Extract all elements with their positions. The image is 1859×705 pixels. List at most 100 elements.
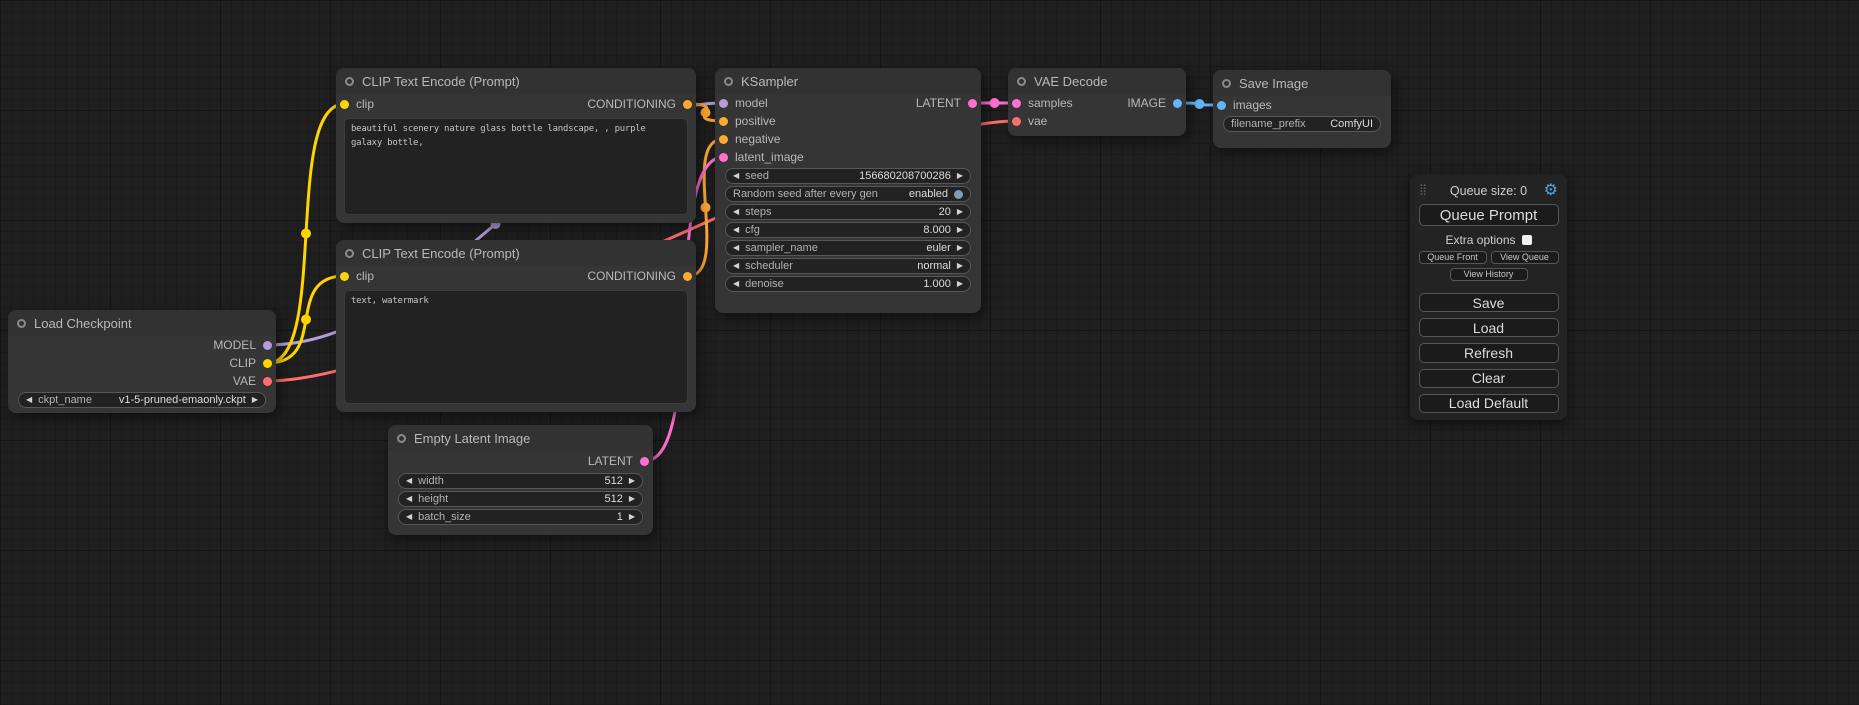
input-port-negative[interactable] bbox=[719, 135, 728, 144]
queue-prompt-button[interactable]: Queue Prompt bbox=[1419, 204, 1559, 226]
widget-scheduler[interactable]: ◀ scheduler normal ▶ bbox=[725, 258, 971, 274]
arrow-right-icon[interactable]: ▶ bbox=[629, 477, 635, 485]
arrow-left-icon[interactable]: ◀ bbox=[733, 244, 739, 252]
node-ksampler[interactable]: KSampler model LATENT positive negative … bbox=[715, 68, 981, 313]
input-port-samples[interactable] bbox=[1012, 99, 1021, 108]
input-port-model[interactable] bbox=[719, 99, 728, 108]
view-history-button[interactable]: View History bbox=[1450, 268, 1528, 281]
output-port-model[interactable] bbox=[263, 341, 272, 350]
arrow-left-icon[interactable]: ◀ bbox=[26, 396, 32, 404]
widget-height[interactable]: ◀ height 512 ▶ bbox=[398, 491, 643, 507]
arrow-right-icon[interactable]: ▶ bbox=[957, 280, 963, 288]
node-collapse-dot[interactable] bbox=[724, 77, 733, 86]
widget-ckpt-name[interactable]: ◀ ckpt_name v1-5-pruned-emaonly.ckpt ▶ bbox=[18, 392, 266, 408]
output-label-clip: CLIP bbox=[229, 356, 256, 370]
arrow-left-icon[interactable]: ◀ bbox=[733, 172, 739, 180]
output-port-conditioning[interactable] bbox=[683, 100, 692, 109]
save-button[interactable]: Save bbox=[1419, 293, 1559, 312]
prompt-textarea[interactable]: beautiful scenery nature glass bottle la… bbox=[344, 118, 688, 215]
widget-random-seed-toggle[interactable]: Random seed after every gen enabled bbox=[725, 186, 971, 202]
output-label-image: IMAGE bbox=[1127, 96, 1166, 110]
node-clip-text-encode-positive[interactable]: CLIP Text Encode (Prompt) clip CONDITION… bbox=[336, 68, 696, 223]
widget-cfg[interactable]: ◀ cfg 8.000 ▶ bbox=[725, 222, 971, 238]
input-port-images[interactable] bbox=[1217, 101, 1226, 110]
load-checkpoint-title-bar[interactable]: Load Checkpoint bbox=[8, 310, 276, 336]
widget-batch-size[interactable]: ◀ batch_size 1 ▶ bbox=[398, 509, 643, 525]
wire-midpoint-dot bbox=[701, 203, 711, 213]
widget-seed[interactable]: ◀ seed 156680208700286 ▶ bbox=[725, 168, 971, 184]
arrow-right-icon[interactable]: ▶ bbox=[957, 262, 963, 270]
input-row-vae: vae bbox=[1008, 112, 1186, 130]
clip-positive-title-bar[interactable]: CLIP Text Encode (Prompt) bbox=[336, 68, 696, 94]
refresh-button[interactable]: Refresh bbox=[1419, 343, 1559, 362]
widget-steps[interactable]: ◀ steps 20 ▶ bbox=[725, 204, 971, 220]
widget-width[interactable]: ◀ width 512 ▶ bbox=[398, 473, 643, 489]
arrow-right-icon[interactable]: ▶ bbox=[957, 226, 963, 234]
output-port-latent[interactable] bbox=[968, 99, 977, 108]
input-port-vae[interactable] bbox=[1012, 117, 1021, 126]
load-button[interactable]: Load bbox=[1419, 318, 1559, 337]
widget-sampler-name[interactable]: ◀ sampler_name euler ▶ bbox=[725, 240, 971, 256]
wire-midpoint-dot bbox=[990, 98, 1000, 108]
queue-size-label: Queue size: 0 bbox=[1450, 184, 1527, 198]
input-port-positive[interactable] bbox=[719, 117, 728, 126]
queue-front-button[interactable]: Queue Front bbox=[1419, 251, 1487, 264]
node-collapse-dot[interactable] bbox=[345, 77, 354, 86]
widget-value: 8.000 bbox=[923, 224, 951, 236]
drag-handle-icon[interactable]: ⣿ bbox=[1419, 183, 1427, 196]
arrow-left-icon[interactable]: ◀ bbox=[733, 208, 739, 216]
input-port-clip[interactable] bbox=[340, 100, 349, 109]
empty-latent-title-bar[interactable]: Empty Latent Image bbox=[388, 425, 653, 451]
widget-filename-prefix[interactable]: filename_prefix ComfyUI bbox=[1223, 116, 1381, 132]
port-row: samples IMAGE bbox=[1008, 94, 1186, 112]
node-collapse-dot[interactable] bbox=[17, 319, 26, 328]
arrow-left-icon[interactable]: ◀ bbox=[733, 262, 739, 270]
arrow-left-icon[interactable]: ◀ bbox=[406, 495, 412, 503]
widget-value: 1.000 bbox=[923, 278, 951, 290]
arrow-right-icon[interactable]: ▶ bbox=[629, 513, 635, 521]
widget-value: 512 bbox=[604, 493, 622, 505]
node-save-image[interactable]: Save Image images filename_prefix ComfyU… bbox=[1213, 70, 1391, 148]
node-vae-decode[interactable]: VAE Decode samples IMAGE vae bbox=[1008, 68, 1186, 136]
node-graph-canvas[interactable]: { "colors": { "model": "#B39DDB", "clip"… bbox=[0, 0, 1859, 705]
node-collapse-dot[interactable] bbox=[1017, 77, 1026, 86]
clear-button[interactable]: Clear bbox=[1419, 369, 1559, 388]
node-load-checkpoint[interactable]: Load Checkpoint MODEL CLIP VAE ◀ ckpt_na… bbox=[8, 310, 276, 413]
output-port-image[interactable] bbox=[1173, 99, 1182, 108]
output-port-vae[interactable] bbox=[263, 377, 272, 386]
arrow-right-icon[interactable]: ▶ bbox=[629, 495, 635, 503]
output-port-clip[interactable] bbox=[263, 359, 272, 368]
input-label-clip: clip bbox=[356, 97, 374, 111]
arrow-right-icon[interactable]: ▶ bbox=[252, 396, 258, 404]
toggle-on-dot[interactable] bbox=[954, 190, 963, 199]
node-clip-text-encode-negative[interactable]: CLIP Text Encode (Prompt) clip CONDITION… bbox=[336, 240, 696, 412]
node-empty-latent-image[interactable]: Empty Latent Image LATENT ◀ width 512 ▶ … bbox=[388, 425, 653, 535]
extra-options-checkbox[interactable] bbox=[1522, 235, 1532, 245]
extra-options-label: Extra options bbox=[1445, 233, 1515, 247]
arrow-right-icon[interactable]: ▶ bbox=[957, 244, 963, 252]
view-queue-button[interactable]: View Queue bbox=[1491, 251, 1559, 264]
prompt-textarea[interactable]: text, watermark bbox=[344, 290, 688, 404]
output-port-latent[interactable] bbox=[640, 457, 649, 466]
input-port-clip[interactable] bbox=[340, 272, 349, 281]
load-default-button[interactable]: Load Default bbox=[1419, 394, 1559, 413]
node-collapse-dot[interactable] bbox=[345, 249, 354, 258]
save-image-title-bar[interactable]: Save Image bbox=[1213, 70, 1391, 96]
arrow-left-icon[interactable]: ◀ bbox=[406, 477, 412, 485]
settings-gear-icon[interactable]: ⚙ bbox=[1544, 181, 1558, 201]
node-collapse-dot[interactable] bbox=[1222, 79, 1231, 88]
arrow-left-icon[interactable]: ◀ bbox=[733, 226, 739, 234]
widget-denoise[interactable]: ◀ denoise 1.000 ▶ bbox=[725, 276, 971, 292]
widget-label: filename_prefix bbox=[1231, 118, 1306, 130]
clip-negative-title-bar[interactable]: CLIP Text Encode (Prompt) bbox=[336, 240, 696, 266]
wire-midpoint-dot bbox=[701, 108, 711, 118]
node-collapse-dot[interactable] bbox=[397, 434, 406, 443]
ksampler-title-bar[interactable]: KSampler bbox=[715, 68, 981, 94]
arrow-right-icon[interactable]: ▶ bbox=[957, 208, 963, 216]
vae-decode-title-bar[interactable]: VAE Decode bbox=[1008, 68, 1186, 94]
input-port-latent-image[interactable] bbox=[719, 153, 728, 162]
output-port-conditioning[interactable] bbox=[683, 272, 692, 281]
arrow-left-icon[interactable]: ◀ bbox=[733, 280, 739, 288]
arrow-right-icon[interactable]: ▶ bbox=[957, 172, 963, 180]
arrow-left-icon[interactable]: ◀ bbox=[406, 513, 412, 521]
